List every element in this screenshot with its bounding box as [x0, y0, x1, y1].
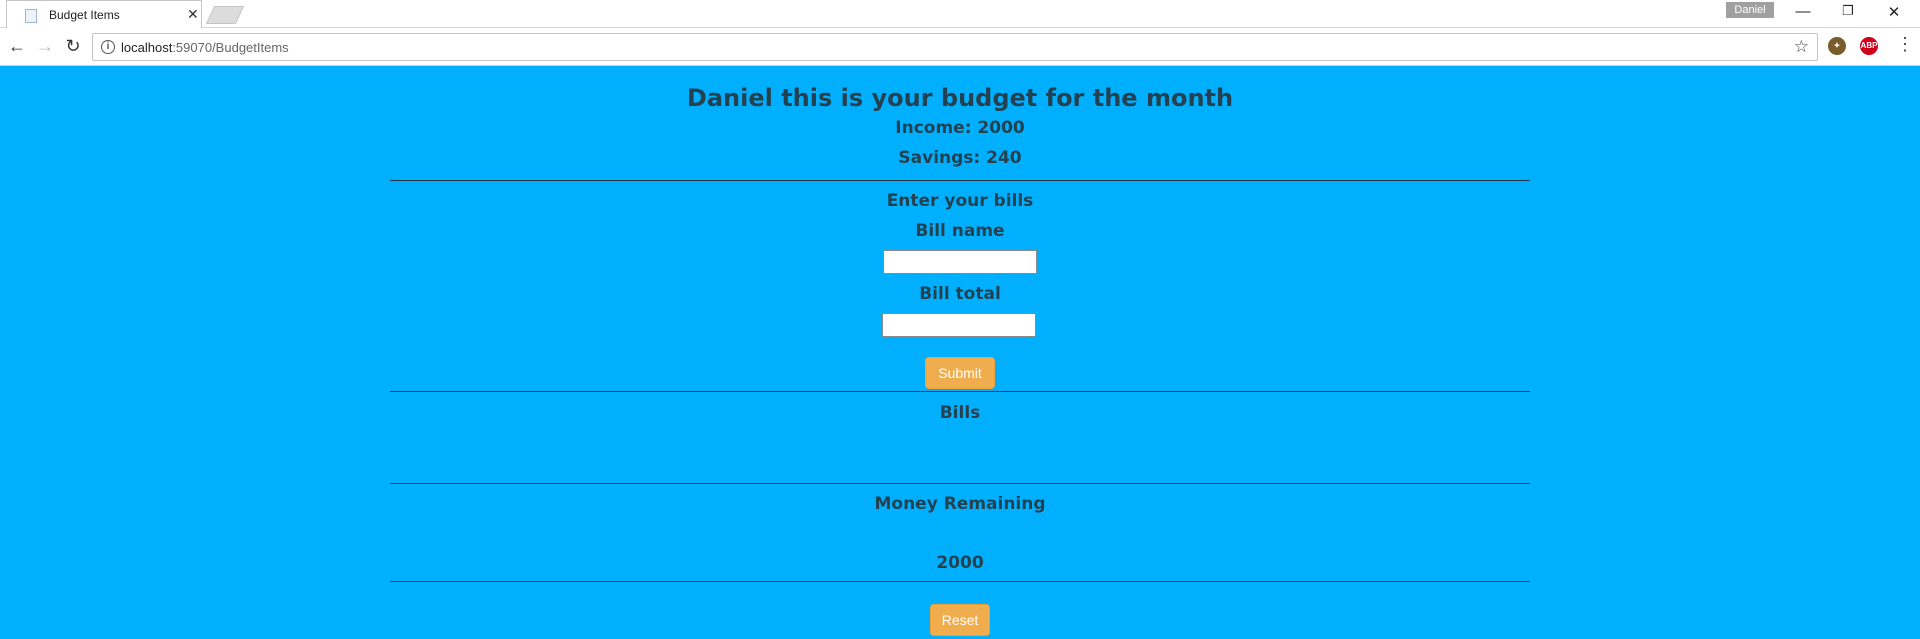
- info-icon[interactable]: i: [101, 40, 115, 54]
- tab-close-icon[interactable]: ✕: [187, 6, 199, 23]
- bill-name-input[interactable]: [883, 250, 1037, 274]
- reset-button[interactable]: Reset: [930, 604, 990, 636]
- submit-button[interactable]: Submit: [925, 357, 995, 389]
- url-text[interactable]: localhost:59070/BudgetItems: [121, 40, 289, 55]
- new-tab-button[interactable]: [205, 6, 245, 24]
- divider: [390, 180, 1530, 181]
- restore-icon[interactable]: ❐: [1838, 3, 1858, 19]
- enter-bills-heading: Enter your bills: [886, 191, 1034, 211]
- savings-text: Savings: 240: [898, 148, 1022, 168]
- divider: [390, 581, 1530, 582]
- address-bar[interactable]: i localhost:59070/BudgetItems ☆: [92, 33, 1818, 61]
- divider: [390, 391, 1530, 392]
- bill-total-input[interactable]: [882, 313, 1036, 337]
- browser-toolbar: ← → ↻ i localhost:59070/BudgetItems ☆ ✦ …: [0, 28, 1920, 66]
- divider: [390, 483, 1530, 484]
- page-content: Daniel this is your budget for the month…: [0, 66, 1920, 639]
- back-icon[interactable]: ←: [6, 36, 28, 57]
- url-path: :59070/BudgetItems: [172, 40, 289, 55]
- tab-strip: Budget Items ✕ Daniel — ❐ ✕: [0, 0, 1920, 28]
- bills-heading: Bills: [939, 403, 981, 423]
- adblock-icon[interactable]: ABP: [1860, 37, 1878, 55]
- minimize-icon[interactable]: —: [1793, 3, 1813, 20]
- profile-button[interactable]: Daniel: [1726, 2, 1774, 18]
- income-text: Income: 2000: [895, 118, 1025, 138]
- money-remaining-heading: Money Remaining: [874, 494, 1046, 514]
- money-remaining-value: 2000: [936, 553, 984, 573]
- menu-icon[interactable]: ⋮: [1896, 34, 1914, 55]
- tab-budget-items[interactable]: Budget Items ✕: [6, 0, 202, 28]
- reload-icon[interactable]: ↻: [62, 36, 84, 57]
- bookmark-star-icon[interactable]: ☆: [1794, 37, 1809, 57]
- forward-icon[interactable]: →: [34, 36, 56, 57]
- bill-total-label: Bill total: [919, 284, 1001, 304]
- close-window-icon[interactable]: ✕: [1884, 3, 1904, 21]
- extension-icon[interactable]: ✦: [1828, 37, 1846, 55]
- url-host: localhost: [121, 40, 173, 55]
- page-title: Daniel this is your budget for the month: [686, 84, 1234, 112]
- tab-title: Budget Items: [49, 8, 120, 22]
- page-favicon-icon: [25, 9, 37, 23]
- bill-name-label: Bill name: [915, 221, 1005, 241]
